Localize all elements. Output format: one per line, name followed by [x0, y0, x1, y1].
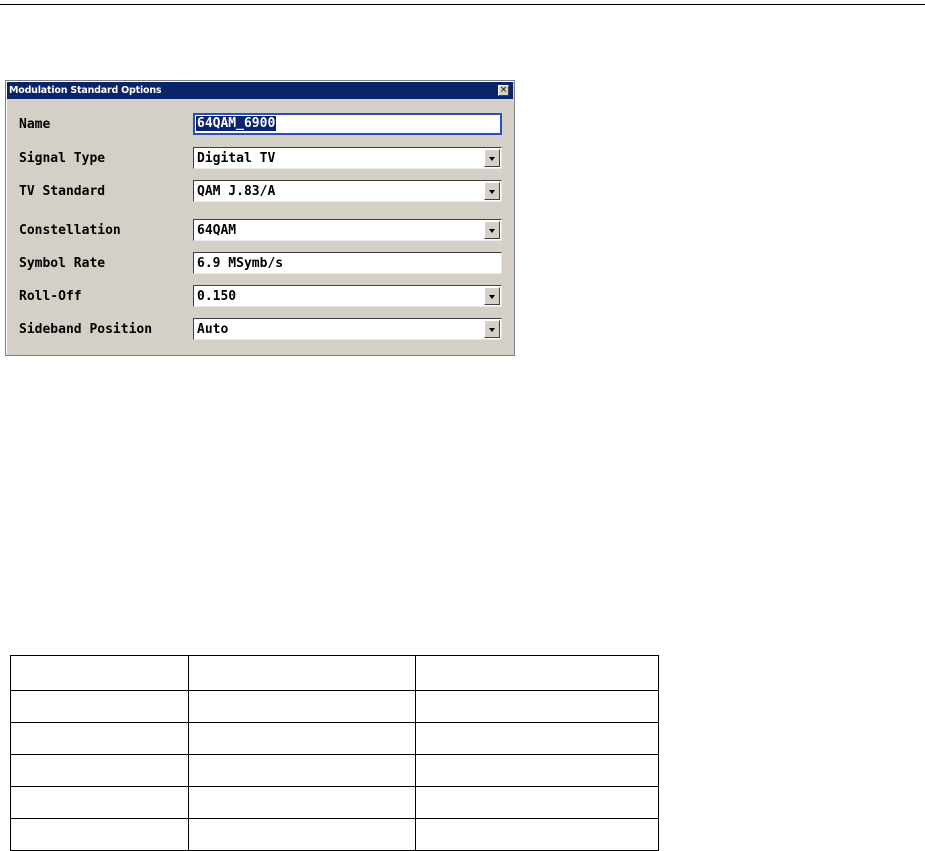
table-row	[10, 818, 659, 851]
symbol-rate-label: Symbol Rate	[19, 256, 106, 271]
tv-standard-label: TV Standard	[19, 184, 106, 199]
name-input[interactable]: 64QAM_6900	[193, 113, 502, 135]
sideband-position-dropdown[interactable]: Auto	[193, 318, 502, 340]
roll-off-dropdown[interactable]: 0.150	[193, 285, 502, 307]
signal-type-value: Digital TV	[197, 151, 276, 166]
empty-table	[10, 655, 659, 851]
tv-standard-dropdown-button[interactable]	[484, 182, 500, 200]
table-cell	[188, 722, 416, 755]
name-value: 64QAM_6900	[196, 116, 277, 131]
chevron-down-icon	[489, 157, 495, 161]
table-cell	[188, 818, 416, 851]
close-button[interactable]: ×	[498, 85, 509, 96]
roll-off-value: 0.150	[197, 289, 237, 304]
table-row	[10, 655, 659, 691]
sideband-position-value: Auto	[197, 322, 229, 337]
table-cell	[415, 754, 659, 787]
chevron-down-icon	[489, 190, 495, 194]
roll-off-row: Roll-Off 0.150	[6, 283, 514, 309]
symbol-rate-value: 6.9 MSymb/s	[197, 256, 284, 271]
constellation-dropdown[interactable]: 64QAM	[193, 219, 502, 241]
name-row: Name 64QAM_6900	[6, 111, 514, 137]
signal-type-dropdown-button[interactable]	[484, 149, 500, 167]
symbol-rate-row: Symbol Rate 6.9 MSymb/s	[6, 250, 514, 276]
table-row	[10, 690, 659, 723]
table-cell	[188, 690, 416, 723]
signal-type-label: Signal Type	[19, 151, 106, 166]
table-cell	[188, 655, 416, 691]
table-cell	[10, 722, 189, 755]
table-cell	[415, 722, 659, 755]
constellation-label: Constellation	[19, 223, 121, 238]
table-row	[10, 786, 659, 819]
constellation-dropdown-button[interactable]	[484, 221, 500, 239]
close-icon: ×	[499, 85, 508, 95]
sideband-position-dropdown-button[interactable]	[484, 320, 500, 338]
table-cell	[10, 818, 189, 851]
tv-standard-dropdown[interactable]: QAM J.83/A	[193, 180, 502, 202]
tv-standard-value: QAM J.83/A	[197, 184, 276, 199]
table-cell	[415, 818, 659, 851]
chevron-down-icon	[489, 328, 495, 332]
modulation-standard-options-dialog: Modulation Standard Options × Name 64QAM…	[5, 80, 515, 356]
table-row	[10, 754, 659, 787]
dialog-title: Modulation Standard Options	[9, 85, 162, 96]
table-cell	[10, 690, 189, 723]
chevron-down-icon	[489, 295, 495, 299]
name-label: Name	[19, 117, 51, 132]
table-cell	[10, 786, 189, 819]
symbol-rate-input[interactable]: 6.9 MSymb/s	[193, 252, 502, 274]
table-cell	[10, 655, 189, 691]
table-cell	[188, 786, 416, 819]
table-cell	[188, 754, 416, 787]
chevron-down-icon	[489, 229, 495, 233]
sideband-position-label: Sideband Position	[19, 322, 153, 337]
roll-off-dropdown-button[interactable]	[484, 287, 500, 305]
sideband-position-row: Sideband Position Auto	[6, 316, 514, 342]
constellation-value: 64QAM	[197, 223, 237, 238]
constellation-row: Constellation 64QAM	[6, 217, 514, 243]
signal-type-row: Signal Type Digital TV	[6, 145, 514, 171]
top-rule	[0, 4, 925, 5]
tv-standard-row: TV Standard QAM J.83/A	[6, 178, 514, 204]
table-cell	[415, 690, 659, 723]
signal-type-dropdown[interactable]: Digital TV	[193, 147, 502, 169]
table-cell	[10, 754, 189, 787]
table-cell	[415, 786, 659, 819]
dialog-title-bar[interactable]: Modulation Standard Options ×	[7, 82, 513, 99]
roll-off-label: Roll-Off	[19, 289, 82, 304]
table-cell	[415, 655, 659, 691]
table-row	[10, 722, 659, 755]
